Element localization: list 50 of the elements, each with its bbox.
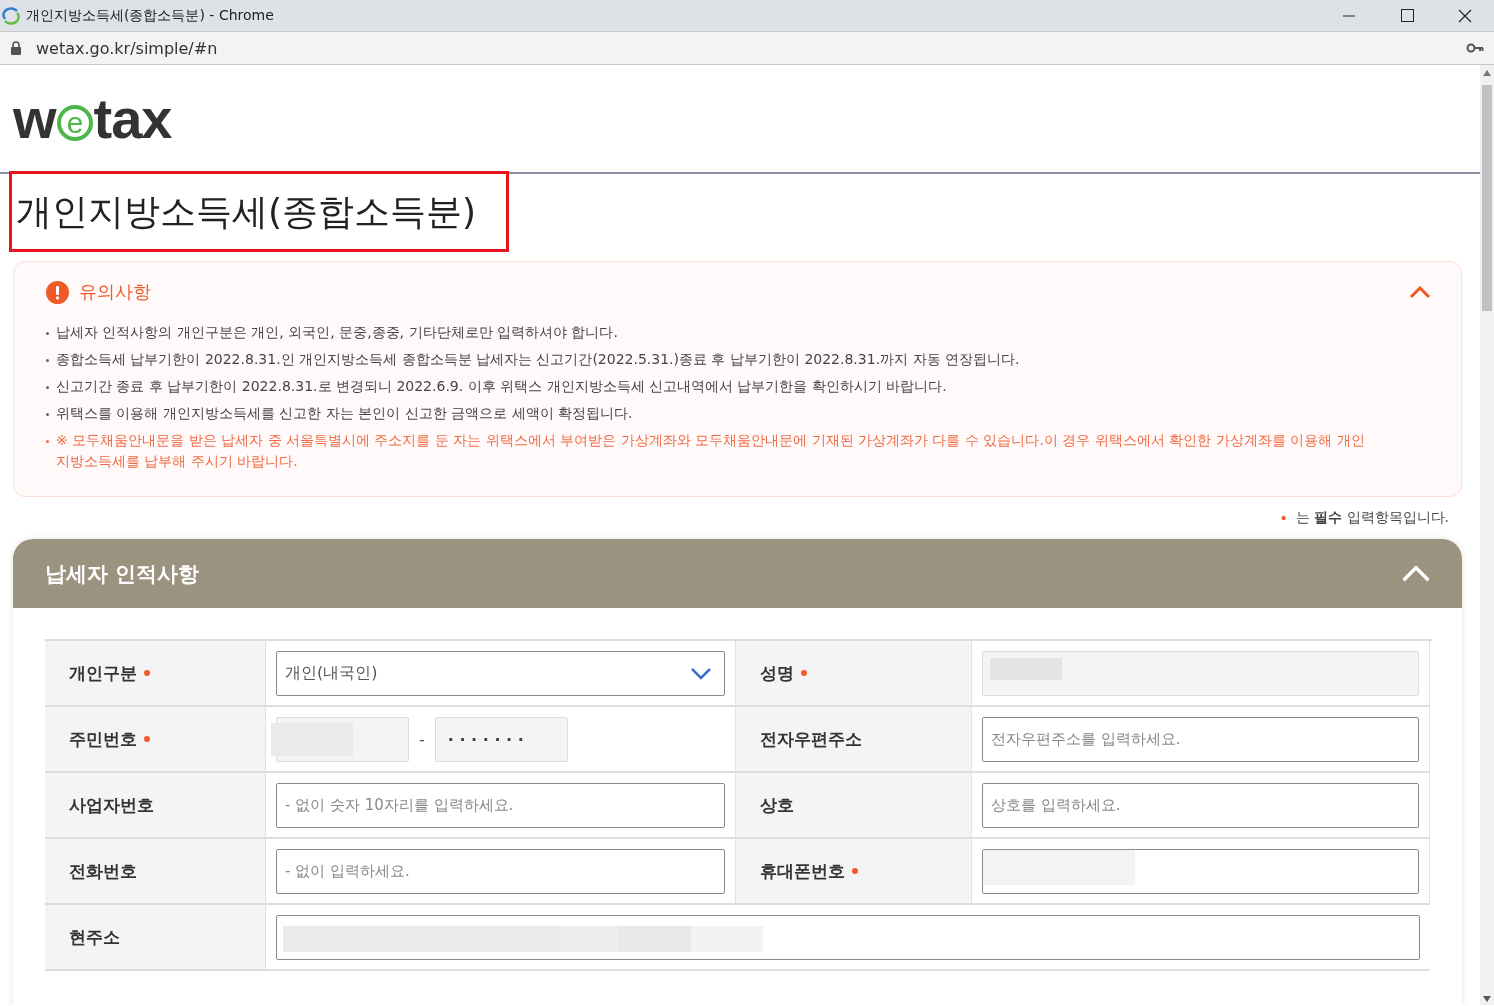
chevron-down-icon[interactable]	[690, 666, 712, 680]
label-text: 성명	[760, 661, 794, 685]
address-field[interactable]	[276, 914, 1420, 960]
notice-text: 납세자 인적사항의 개인구분은 개인, 외국인, 문중,종중, 기타단체로만 입력하셔야 합니다.	[56, 323, 618, 342]
dash-separator: -	[419, 729, 425, 749]
input-field[interactable]: - 없이 입력하세요.	[276, 848, 725, 894]
input-field[interactable]: 상호를 입력하세요.	[982, 782, 1419, 828]
password-field: · · · · · · ·	[434, 716, 568, 762]
address-bar[interactable]: wetax.go.kr/simple/#n	[36, 38, 218, 58]
exclamation-icon	[46, 280, 69, 304]
key-icon[interactable]	[1466, 42, 1484, 54]
label-text: 휴대폰번호	[760, 859, 845, 883]
dropdown[interactable]: 개인(내국인)	[276, 650, 725, 696]
required-note: 는 필수 입력항목입니다.	[1295, 509, 1449, 527]
window-title: 개인지방소득세(종합소득분) - Chrome	[26, 6, 274, 25]
label-text: 사업자번호	[69, 793, 154, 817]
bullet-dot	[46, 440, 49, 443]
scrollbar[interactable]	[1480, 65, 1494, 1005]
label-text: 전화번호	[69, 859, 137, 883]
notice-text: 신고기간 종료 후 납부기한이 2022.8.31.로 변경되니 2022.6.9. 이후 위택스 개인지방소득세 신고내역에서 납부기한을 확인하시기 바랍니다.	[56, 377, 947, 396]
lock-icon	[10, 41, 22, 55]
minimize-icon	[1343, 14, 1355, 17]
collapse-icon[interactable]	[1400, 564, 1432, 583]
label-text: 개인구분	[69, 661, 137, 685]
collapse-icon[interactable]	[1409, 285, 1431, 299]
scrollbar-thumb[interactable]	[1482, 85, 1492, 311]
browser-tab-icon	[2, 6, 20, 25]
notice-title: 유의사항	[79, 280, 151, 304]
label-text: 주민번호	[69, 727, 137, 751]
bullet-dot	[46, 386, 49, 389]
bullet-dot	[46, 332, 49, 335]
page-title: 개인지방소득세(종합소득분)	[9, 171, 510, 252]
wetax-logo[interactable]: w e tax	[13, 86, 172, 151]
input-field[interactable]	[982, 848, 1419, 894]
bullet-dot	[46, 359, 49, 362]
input-field[interactable]: 전자우편주소를 입력하세요.	[982, 716, 1419, 762]
bullet-dot	[46, 413, 49, 416]
notice-text: 종합소득세 납부기한이 2022.8.31.인 개인지방소득세 종합소득분 납세자는 신고기간(2022.5.31.)종료 후 납부기한이 2022.8.31.까지 자동 연장됩니다.	[56, 350, 1020, 369]
section-title: 납세자 인적사항	[45, 560, 200, 588]
notice-text: ※ 모두채움안내문을 받은 납세자 중 서울특별시에 주소지를 둔 자는 위택스에서 부여받은 가상계좌와 모두채움안내문에 기재된 가상계좌가 다를 수 있습니다.이 경우 위택스에서 확인한 가상계좌를 이용해 개인지방소득세를 납부해 주시기 바랍니다.	[56, 431, 1366, 471]
required-dot: •	[1279, 510, 1288, 526]
maximize-icon	[1400, 9, 1414, 22]
input-field[interactable]: - 없이 숫자 10자리를 입력하세요.	[276, 782, 725, 828]
close-icon	[1458, 8, 1472, 23]
scroll-up-icon[interactable]	[1483, 70, 1491, 76]
scroll-down-icon[interactable]	[1483, 996, 1491, 1002]
label-text: 전자우편주소	[760, 727, 862, 751]
notice-text: 위택스를 이용해 개인지방소득세를 신고한 자는 본인이 신고한 금액으로 세액이 확정됩니다.	[56, 404, 633, 423]
label-text: 상호	[760, 793, 794, 817]
label-text: 현주소	[69, 925, 120, 949]
